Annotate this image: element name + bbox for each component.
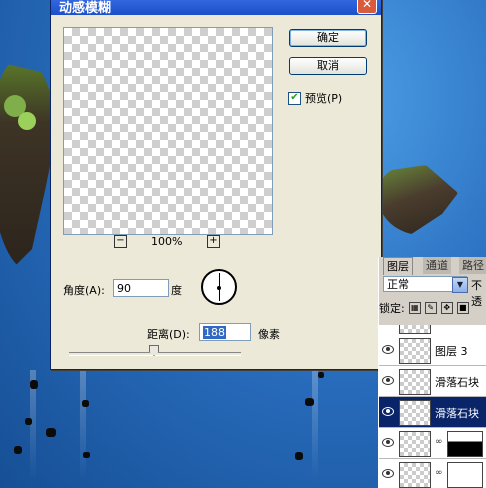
lock-all-icon[interactable]: ■	[456, 302, 469, 314]
chevron-down-icon[interactable]: ▼	[452, 277, 468, 293]
layer-thumbnail	[399, 325, 431, 334]
lock-label: 锁定:	[379, 302, 405, 315]
lock-transparency-icon[interactable]: ▦	[408, 302, 421, 314]
falling-rock	[83, 452, 90, 458]
lock-paint-icon[interactable]: ✎	[424, 302, 437, 314]
link-icon: ∞	[435, 468, 443, 478]
tab-channels[interactable]: 通道	[423, 257, 451, 274]
layer-name: 滑落石块	[435, 407, 479, 420]
layer-row[interactable]: ∞	[379, 428, 486, 459]
angle-label: 角度(A):	[63, 284, 105, 297]
layers-panel: 图层 通道 路径 正常 ▼ 不透 锁定: ▦ ✎ ✥ ■ 图层 3 滑落石块 滑…	[378, 257, 486, 488]
angle-dial-center	[217, 286, 221, 290]
opacity-label: 不透	[471, 279, 482, 308]
layer-name: 滑落石块	[435, 376, 479, 389]
zoom-level: 100%	[151, 235, 183, 248]
angle-input[interactable]: 90	[113, 279, 169, 297]
dialog-title: 动感模糊	[59, 1, 112, 16]
distance-value: 188	[203, 326, 226, 339]
angle-unit: 度	[171, 284, 182, 297]
tab-layers[interactable]: 图层	[383, 257, 413, 275]
cancel-button[interactable]: 取消	[289, 57, 367, 75]
plus-icon: +	[209, 235, 218, 246]
distance-input[interactable]: 188	[199, 323, 251, 341]
falling-rock	[14, 446, 22, 454]
layer-thumbnail	[399, 369, 431, 395]
filter-preview[interactable]	[63, 27, 273, 235]
falling-rock	[305, 398, 314, 406]
layer-thumbnail	[399, 462, 431, 488]
falling-rock	[82, 400, 89, 407]
zoom-out-button[interactable]: −	[114, 235, 127, 248]
tab-paths[interactable]: 路径	[459, 257, 486, 274]
distance-label: 距离(D):	[147, 328, 190, 341]
eye-icon[interactable]	[382, 469, 394, 478]
tree-left-2	[18, 112, 36, 130]
layer-mask[interactable]	[447, 431, 483, 457]
lock-move-icon[interactable]: ✥	[440, 302, 453, 314]
falling-rock	[30, 380, 38, 389]
angle-dial[interactable]	[201, 269, 237, 305]
layer-row-selected[interactable]: 滑落石块	[379, 397, 486, 428]
layer-row[interactable]: 滑落石块	[379, 366, 486, 397]
falling-rock	[25, 418, 32, 425]
eye-icon[interactable]	[382, 438, 394, 447]
motion-blur-dialog: 动感模糊 ✕ − 100% + 确定 取消 ✔ 预览(P) 角度(A): 90 …	[50, 0, 382, 370]
close-icon: ✕	[361, 0, 373, 11]
preview-checkbox-row[interactable]: ✔ 预览(P)	[288, 90, 342, 106]
zoom-in-button[interactable]: +	[207, 235, 220, 248]
preview-checkbox[interactable]: ✔	[288, 91, 301, 105]
falling-rock	[295, 452, 303, 460]
preview-label: 预览(P)	[305, 92, 343, 105]
falling-rock	[318, 372, 324, 378]
layer-thumbnail	[399, 338, 431, 364]
distance-unit: 像素	[258, 328, 280, 341]
layer-name: 图层 3	[435, 345, 468, 358]
ok-button[interactable]: 确定	[289, 29, 367, 47]
dialog-titlebar[interactable]: 动感模糊 ✕	[51, 0, 381, 16]
close-button[interactable]: ✕	[357, 0, 377, 14]
motion-streak	[312, 370, 318, 480]
eye-icon[interactable]	[382, 407, 394, 416]
falling-rock	[46, 428, 56, 437]
layer-mask[interactable]	[447, 462, 483, 488]
minus-icon: −	[116, 235, 125, 246]
eye-icon[interactable]	[382, 345, 394, 354]
layer-list: 图层 3 滑落石块 滑落石块 ∞ ∞	[379, 325, 486, 488]
eye-icon[interactable]	[382, 376, 394, 385]
lock-row: 锁定: ▦ ✎ ✥ ■	[379, 300, 469, 316]
layer-row[interactable]: 图层 3	[379, 335, 486, 366]
link-icon: ∞	[435, 437, 443, 447]
layer-thumbnail	[399, 400, 431, 426]
layer-row[interactable]: ∞	[379, 459, 486, 488]
layer-thumbnail	[399, 431, 431, 457]
motion-streak	[80, 370, 86, 480]
